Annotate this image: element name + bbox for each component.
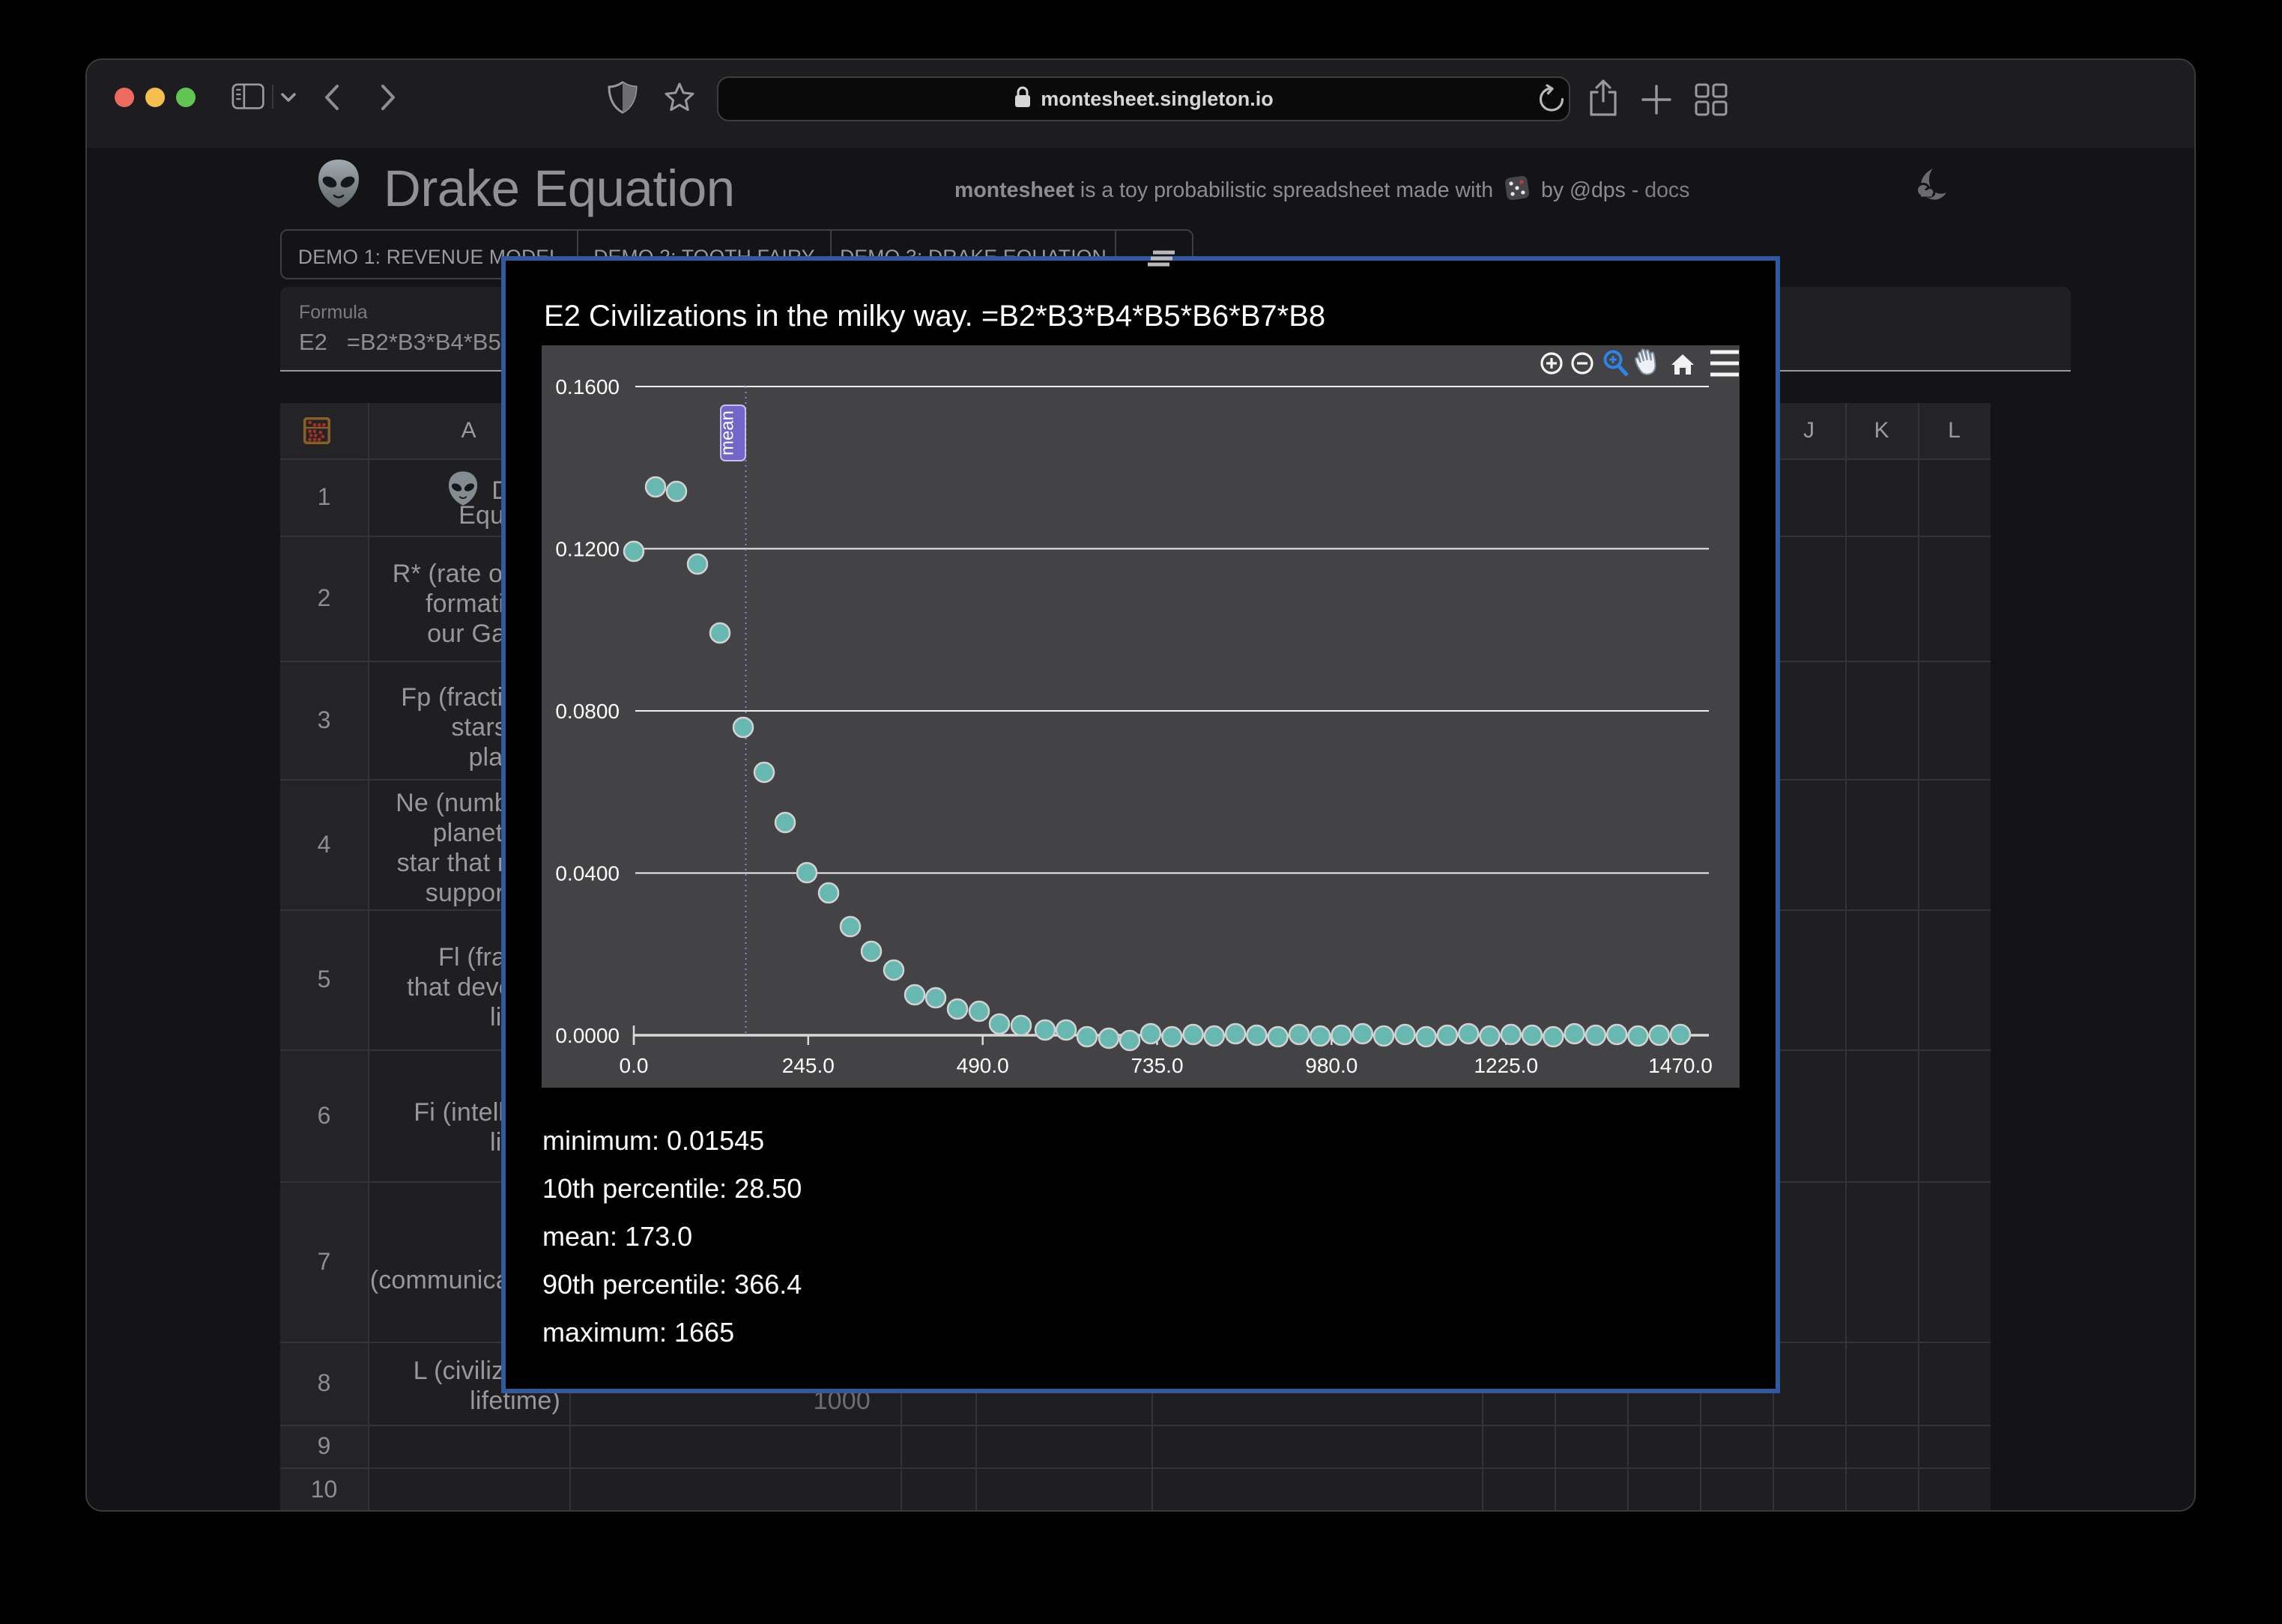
svg-text:1225.0: 1225.0 xyxy=(1474,1054,1538,1077)
svg-text:0.0800: 0.0800 xyxy=(555,700,620,723)
svg-text:0.0400: 0.0400 xyxy=(555,862,620,885)
svg-text:0.0: 0.0 xyxy=(620,1054,649,1077)
svg-text:1470.0: 1470.0 xyxy=(1648,1054,1713,1077)
svg-text:245.0: 245.0 xyxy=(782,1054,835,1077)
svg-text:mean: mean xyxy=(718,410,738,455)
svg-text:490.0: 490.0 xyxy=(957,1054,1009,1077)
svg-text:0.1600: 0.1600 xyxy=(555,375,620,399)
svg-text:980.0: 980.0 xyxy=(1305,1054,1358,1077)
svg-text:735.0: 735.0 xyxy=(1131,1054,1183,1077)
svg-text:0.1200: 0.1200 xyxy=(555,538,620,561)
svg-text:0.0000: 0.0000 xyxy=(555,1024,620,1047)
